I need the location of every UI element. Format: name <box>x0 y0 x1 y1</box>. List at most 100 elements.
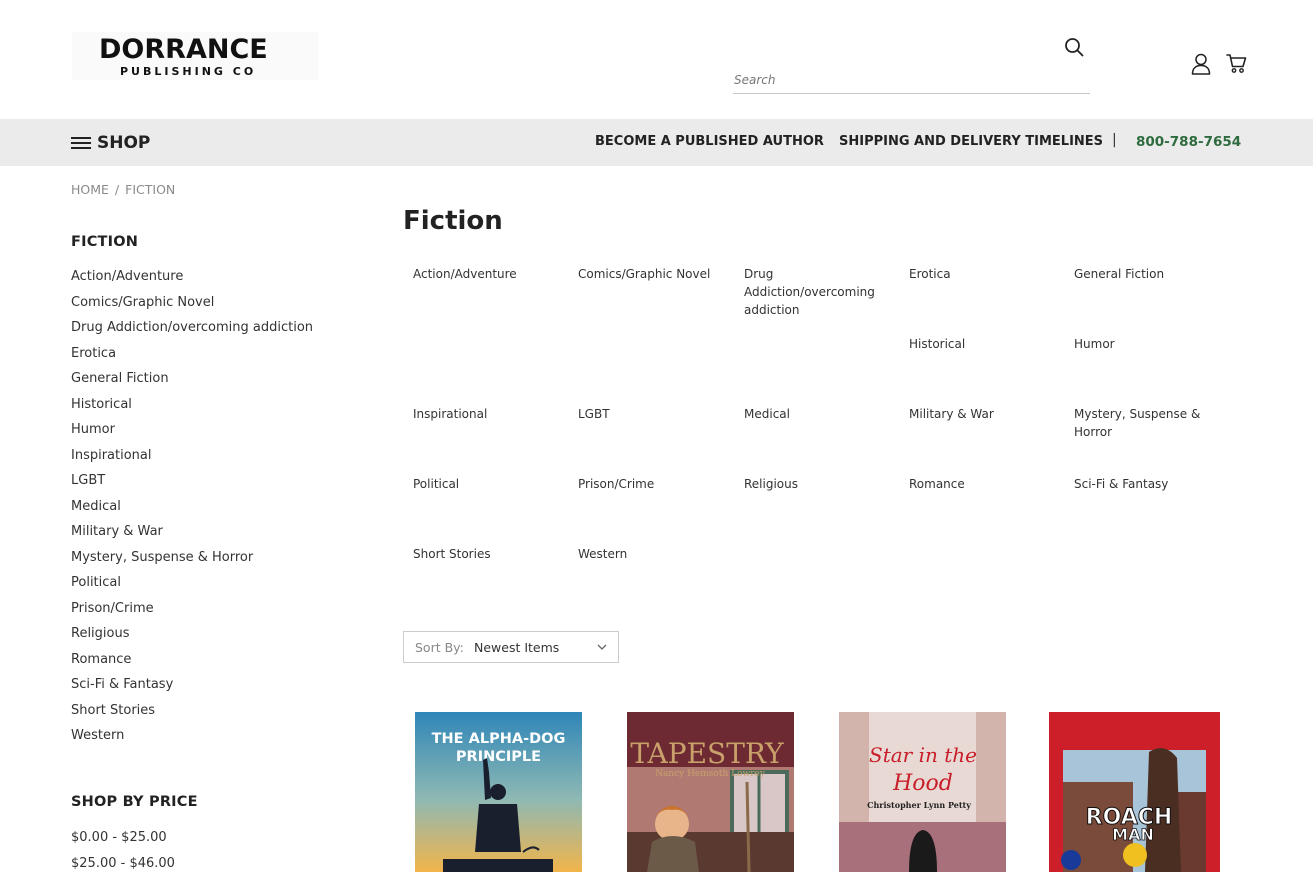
sidebar-price-list: $0.00 - $25.00 $25.00 - $46.00 <box>71 829 175 872</box>
sidebar-item[interactable]: Action/Adventure <box>71 268 313 294</box>
cover-author: Christopher Lynn Petty <box>867 800 971 810</box>
subcategory-link[interactable]: Mystery, Suspense & Horror <box>1074 405 1214 441</box>
sidebar-item-label[interactable]: Action/Adventure <box>71 269 183 284</box>
nav-link-become-author[interactable]: BECOME A PUBLISHED AUTHOR <box>595 134 824 149</box>
search-icon[interactable] <box>1064 37 1084 57</box>
sidebar-item-label[interactable]: Historical <box>71 397 132 412</box>
price-range-item[interactable]: $0.00 - $25.00 <box>71 829 175 855</box>
product-card[interactable]: ROACH MAN <box>1049 712 1220 872</box>
subcategory-link[interactable]: Sci-Fi & Fantasy <box>1074 475 1224 493</box>
subcategory-link[interactable]: Military & War <box>909 405 1059 423</box>
sidebar-item[interactable]: Mystery, Suspense & Horror <box>71 549 313 575</box>
sidebar-item-label[interactable]: Religious <box>71 626 130 641</box>
book-cover-image[interactable]: THE ALPHA-DOG PRINCIPLE <box>415 712 582 872</box>
sidebar-item[interactable]: Military & War <box>71 523 313 549</box>
sort-label: Sort By: <box>415 640 464 655</box>
cover-author: Nancy Hemsoth Lowrey <box>655 769 766 779</box>
subcategory-link[interactable]: Medical <box>744 405 894 423</box>
price-range-item[interactable]: $25.00 - $46.00 <box>71 855 175 872</box>
sidebar-item[interactable]: Medical <box>71 498 313 524</box>
subcategory-link[interactable]: Erotica <box>909 265 1059 283</box>
subcategory-link[interactable]: Historical <box>909 335 1059 353</box>
sidebar-item-label[interactable]: Military & War <box>71 524 163 539</box>
cover-title-line1: Star in the <box>869 743 977 767</box>
page-title: Fiction <box>403 206 503 236</box>
cover-title-line1: THE ALPHA-DOG <box>432 731 566 747</box>
sidebar-item[interactable]: Drug Addiction/overcoming addiction <box>71 319 313 345</box>
subcategory-link[interactable]: LGBT <box>578 405 728 423</box>
subcategory-link[interactable]: Western <box>578 545 728 563</box>
sidebar-item-label[interactable]: Humor <box>71 422 115 437</box>
subcategory-link[interactable]: Political <box>413 475 563 493</box>
subcategory-link[interactable]: General Fiction <box>1074 265 1224 283</box>
sidebar-item[interactable]: Comics/Graphic Novel <box>71 294 313 320</box>
sidebar-item-label[interactable]: Prison/Crime <box>71 601 154 616</box>
sidebar-item-label[interactable]: Romance <box>71 652 131 667</box>
cover-title: TAPESTRY <box>630 737 784 770</box>
site-header: DORRANCE PUBLISHING CO <box>0 0 1313 119</box>
product-card[interactable]: TAPESTRY Nancy Hemsoth Lowrey <box>627 712 794 872</box>
sidebar-item[interactable]: Humor <box>71 421 313 447</box>
phone-link[interactable]: 800-788-7654 <box>1136 134 1241 150</box>
sidebar-item[interactable]: Inspirational <box>71 447 313 473</box>
breadcrumb-separator: / <box>114 182 120 197</box>
chevron-down-icon <box>597 644 607 650</box>
price-range-label[interactable]: $0.00 - $25.00 <box>71 830 167 845</box>
product-card[interactable]: THE ALPHA-DOG PRINCIPLE <box>415 712 582 872</box>
nav-link-shipping[interactable]: SHIPPING AND DELIVERY TIMELINES <box>839 134 1103 149</box>
sidebar-item[interactable]: Western <box>71 727 313 753</box>
sidebar-item-label[interactable]: Comics/Graphic Novel <box>71 295 214 310</box>
subcategory-link[interactable]: Drug Addiction/overcoming addiction <box>744 265 884 319</box>
sort-select[interactable]: Sort By: Newest Items <box>403 631 619 663</box>
sidebar-item-label[interactable]: Mystery, Suspense & Horror <box>71 550 253 565</box>
sidebar-item[interactable]: General Fiction <box>71 370 313 396</box>
sidebar-item-label[interactable]: Sci-Fi & Fantasy <box>71 677 173 692</box>
subcategory-link[interactable]: Religious <box>744 475 894 493</box>
sidebar-item[interactable]: Romance <box>71 651 313 677</box>
price-range-label[interactable]: $25.00 - $46.00 <box>71 856 175 871</box>
sidebar-item[interactable]: Historical <box>71 396 313 422</box>
book-cover-image[interactable]: TAPESTRY Nancy Hemsoth Lowrey <box>627 712 794 872</box>
sidebar-item-label[interactable]: Erotica <box>71 346 116 361</box>
sidebar-item[interactable]: Short Stories <box>71 702 313 728</box>
book-cover-image[interactable]: ROACH MAN <box>1049 712 1220 872</box>
breadcrumb-home[interactable]: HOME <box>71 182 109 197</box>
sort-value: Newest Items <box>474 640 560 655</box>
subcategory-link[interactable]: Inspirational <box>413 405 563 423</box>
sidebar-item-label[interactable]: Political <box>71 575 121 590</box>
subcategory-link[interactable]: Humor <box>1074 335 1224 353</box>
sidebar-item[interactable]: LGBT <box>71 472 313 498</box>
cover-title-line2: PRINCIPLE <box>456 749 541 765</box>
sidebar-item-label[interactable]: Medical <box>71 499 121 514</box>
sidebar-item[interactable]: Political <box>71 574 313 600</box>
account-icon[interactable] <box>1191 53 1211 75</box>
subcategory-link[interactable]: Short Stories <box>413 545 563 563</box>
sidebar-item-label[interactable]: Western <box>71 728 124 743</box>
subcategory-link[interactable]: Prison/Crime <box>578 475 728 493</box>
subcategory-link[interactable]: Action/Adventure <box>413 265 563 283</box>
sidebar-item-label[interactable]: Drug Addiction/overcoming addiction <box>71 320 313 335</box>
sidebar-item[interactable]: Erotica <box>71 345 313 371</box>
subcategory-link[interactable]: Comics/Graphic Novel <box>578 265 728 283</box>
cover-title-line2: MAN <box>1112 825 1154 844</box>
book-cover-image[interactable]: Star in the Hood Christopher Lynn Petty <box>839 712 1006 872</box>
shop-menu-label: SHOP <box>97 133 151 153</box>
breadcrumb-current: FICTION <box>125 182 176 197</box>
sidebar-price-heading: SHOP BY PRICE <box>71 794 198 810</box>
sidebar-categories-heading: FICTION <box>71 234 139 250</box>
sidebar-item[interactable]: Sci-Fi & Fantasy <box>71 676 313 702</box>
main-navbar: SHOP BECOME A PUBLISHED AUTHOR SHIPPING … <box>0 119 1313 166</box>
product-card[interactable]: Star in the Hood Christopher Lynn Petty <box>839 712 1006 872</box>
cart-icon[interactable] <box>1226 53 1247 74</box>
shop-menu-button[interactable]: SHOP <box>71 132 150 154</box>
search-input[interactable] <box>733 66 1090 94</box>
sidebar-item[interactable]: Religious <box>71 625 313 651</box>
sidebar-item[interactable]: Prison/Crime <box>71 600 313 626</box>
logo-wordmark: DORRANCE <box>99 34 268 65</box>
sidebar-item-label[interactable]: LGBT <box>71 473 105 488</box>
sidebar-item-label[interactable]: Short Stories <box>71 703 155 718</box>
subcategory-link[interactable]: Romance <box>909 475 1059 493</box>
site-logo[interactable]: DORRANCE PUBLISHING CO <box>72 32 318 80</box>
sidebar-item-label[interactable]: Inspirational <box>71 448 152 463</box>
sidebar-item-label[interactable]: General Fiction <box>71 371 169 386</box>
